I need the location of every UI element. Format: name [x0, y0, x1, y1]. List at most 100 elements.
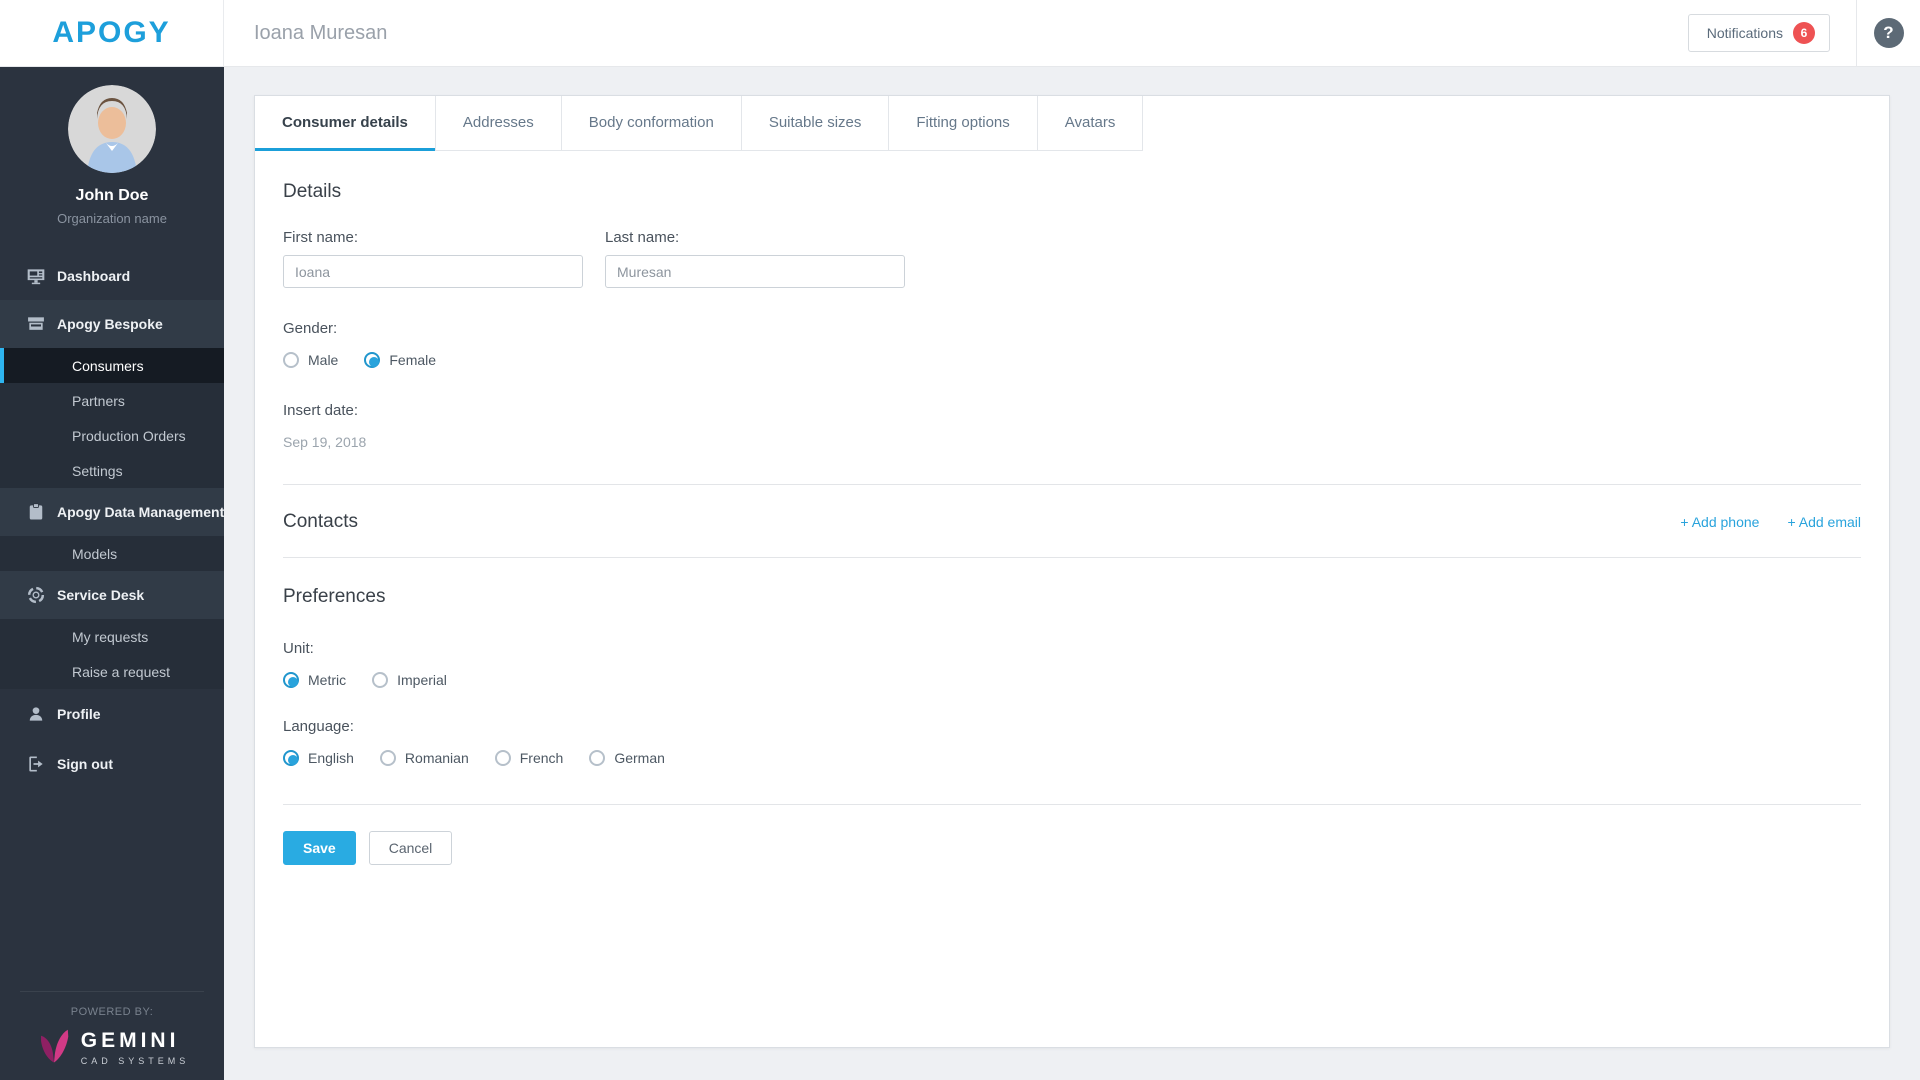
tab-addresses[interactable]: Addresses	[436, 96, 562, 151]
sidebar-item-partners[interactable]: Partners	[0, 383, 224, 418]
sidebar-item-settings[interactable]: Settings	[0, 453, 224, 488]
sidebar-item-production-orders[interactable]: Production Orders	[0, 418, 224, 453]
storefront-icon	[26, 314, 46, 334]
cancel-button[interactable]: Cancel	[369, 831, 453, 865]
language-option-romanian[interactable]: Romanian	[380, 750, 469, 766]
gemini-brand: GEMINI CAD SYSTEMS	[0, 1028, 224, 1066]
user-name: John Doe	[0, 187, 224, 205]
save-button[interactable]: Save	[283, 831, 356, 865]
form-actions: Save Cancel	[283, 831, 1861, 865]
language-label: Language:	[283, 718, 1861, 735]
dashboard-icon	[26, 266, 46, 286]
notifications-button[interactable]: Notifications 6	[1688, 14, 1830, 52]
help-area: ?	[1856, 0, 1920, 66]
gender-label: Gender:	[283, 320, 1861, 337]
sidebar-item-raise-a-request[interactable]: Raise a request	[0, 654, 224, 689]
sidebar-item-label: Service Desk	[57, 587, 144, 603]
lifebuoy-icon	[26, 585, 46, 605]
add-phone-link[interactable]: + Add phone	[1680, 514, 1759, 530]
powered-by-block: POWERED BY: GEMINI CAD SYSTEMS	[0, 991, 224, 1080]
first-name-input[interactable]	[283, 255, 583, 288]
insert-date-label: Insert date:	[283, 402, 1861, 419]
sidebar-item-models[interactable]: Models	[0, 536, 224, 571]
section-divider	[283, 557, 1861, 558]
sidebar: John Doe Organization name Dashboard Apo…	[0, 67, 224, 1080]
unit-option-imperial[interactable]: Imperial	[372, 672, 447, 688]
consumer-form: Details First name: Last name: Gender: M…	[255, 181, 1889, 865]
sidebar-item-apogy-data-management[interactable]: Apogy Data Management	[0, 488, 224, 536]
sidebar-item-profile[interactable]: Profile	[0, 689, 224, 739]
radio-label: Imperial	[397, 672, 447, 688]
language-option-english[interactable]: English	[283, 750, 354, 766]
sidebar-item-dashboard[interactable]: Dashboard	[0, 252, 224, 300]
sidebar-divider	[20, 991, 204, 992]
unit-label: Unit:	[283, 640, 1861, 657]
avatar	[68, 85, 156, 173]
sidebar-item-label: Settings	[72, 463, 123, 479]
notifications-count-badge: 6	[1793, 22, 1815, 44]
unit-option-metric[interactable]: Metric	[283, 672, 346, 688]
preferences-heading: Preferences	[283, 586, 1861, 608]
radio-unchecked-icon	[283, 352, 299, 368]
sidebar-menu: Dashboard Apogy Bespoke Consumers Partne…	[0, 252, 224, 789]
tab-consumer-details[interactable]: Consumer details	[255, 96, 436, 151]
radio-label: English	[308, 750, 354, 766]
sidebar-item-label: Consumers	[72, 358, 144, 374]
sidebar-item-label: Dashboard	[57, 268, 130, 284]
logo-area: APOGY	[0, 0, 224, 66]
sidebar-item-label: Models	[72, 546, 117, 562]
sidebar-item-label: Apogy Data Management	[57, 504, 224, 520]
sidebar-item-label: Partners	[72, 393, 125, 409]
gender-option-female[interactable]: Female	[364, 352, 436, 368]
radio-unchecked-icon	[589, 750, 605, 766]
app-header: APOGY Ioana Muresan Notifications 6 ?	[0, 0, 1920, 67]
sidebar-item-label: My requests	[72, 629, 148, 645]
gemini-brand-sub: CAD SYSTEMS	[81, 1056, 190, 1066]
sidebar-item-label: Raise a request	[72, 664, 170, 680]
sidebar-item-label: Profile	[57, 706, 101, 722]
sidebar-item-service-desk[interactable]: Service Desk	[0, 571, 224, 619]
radio-label: Female	[389, 352, 436, 368]
sidebar-item-consumers[interactable]: Consumers	[0, 348, 224, 383]
sidebar-item-my-requests[interactable]: My requests	[0, 619, 224, 654]
contacts-heading: Contacts	[283, 511, 358, 533]
radio-checked-icon	[364, 352, 380, 368]
gemini-brand-name: GEMINI	[81, 1029, 190, 1053]
gender-radio-group: Male Female	[283, 352, 1861, 368]
sidebar-item-label: Production Orders	[72, 428, 186, 444]
unit-radio-group: Metric Imperial	[283, 672, 1861, 688]
notifications-label: Notifications	[1707, 25, 1783, 41]
language-option-german[interactable]: German	[589, 750, 665, 766]
radio-checked-icon	[283, 750, 299, 766]
gemini-brand-text: GEMINI CAD SYSTEMS	[81, 1029, 190, 1066]
radio-label: Romanian	[405, 750, 469, 766]
sidebar-item-label: Apogy Bespoke	[57, 316, 163, 332]
tab-fitting-options[interactable]: Fitting options	[889, 96, 1037, 151]
first-name-group: First name:	[283, 229, 583, 288]
apogy-logo: APOGY	[52, 16, 170, 50]
radio-unchecked-icon	[372, 672, 388, 688]
radio-checked-icon	[283, 672, 299, 688]
language-option-french[interactable]: French	[495, 750, 564, 766]
sidebar-item-apogy-bespoke[interactable]: Apogy Bespoke	[0, 300, 224, 348]
tab-avatars[interactable]: Avatars	[1038, 96, 1144, 151]
contacts-header-row: Contacts + Add phone + Add email	[283, 511, 1861, 533]
help-icon[interactable]: ?	[1874, 18, 1904, 48]
last-name-input[interactable]	[605, 255, 905, 288]
gemini-leaf-icon	[35, 1028, 73, 1066]
radio-label: Metric	[308, 672, 346, 688]
tab-body-conformation[interactable]: Body conformation	[562, 96, 742, 151]
tab-suitable-sizes[interactable]: Suitable sizes	[742, 96, 890, 151]
add-email-link[interactable]: + Add email	[1787, 514, 1861, 530]
radio-unchecked-icon	[380, 750, 396, 766]
radio-unchecked-icon	[495, 750, 511, 766]
sidebar-item-sign-out[interactable]: Sign out	[0, 739, 224, 789]
contact-actions: + Add phone + Add email	[1680, 514, 1861, 530]
first-name-label: First name:	[283, 229, 583, 246]
insert-date-value: Sep 19, 2018	[283, 434, 1861, 450]
user-organization: Organization name	[0, 211, 224, 226]
last-name-group: Last name:	[605, 229, 905, 288]
gender-option-male[interactable]: Male	[283, 352, 338, 368]
radio-label: German	[614, 750, 665, 766]
profile-block: John Doe Organization name	[0, 67, 224, 252]
